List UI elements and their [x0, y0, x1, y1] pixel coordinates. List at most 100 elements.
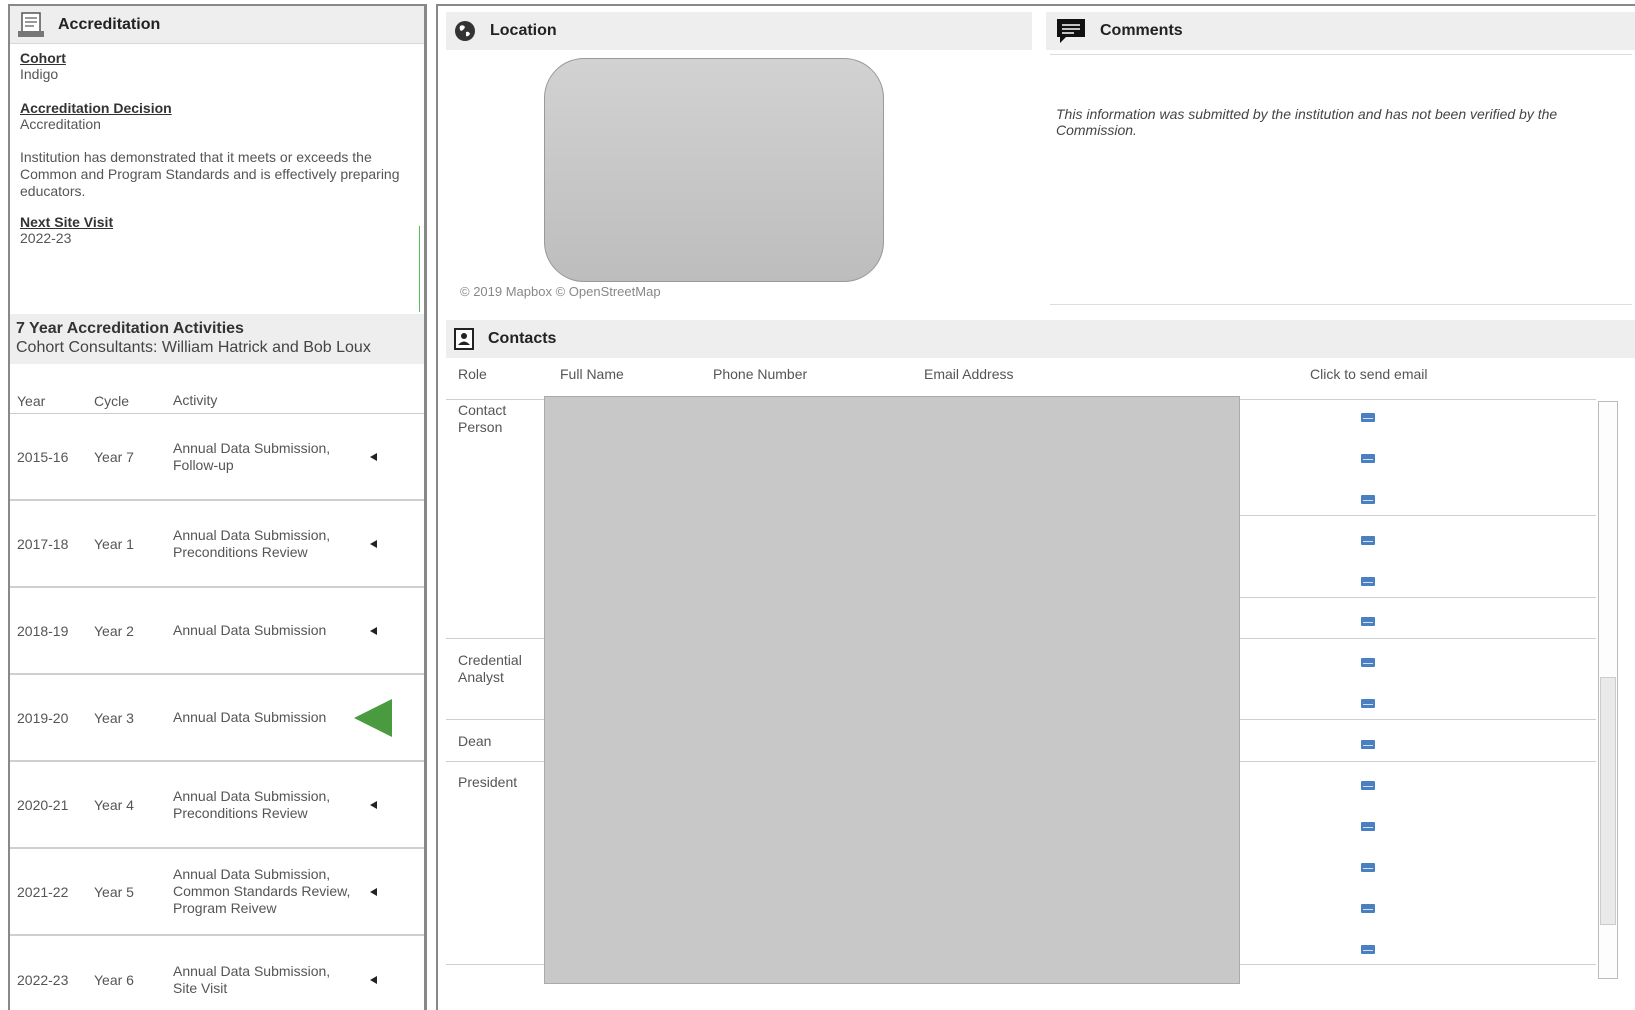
details-area: Location © 2019 Mapbox © OpenStreetMap C… — [436, 4, 1635, 1010]
role-cell: Credential Analyst — [458, 652, 522, 685]
email-icon[interactable] — [1361, 945, 1375, 954]
globe-icon — [455, 21, 475, 41]
activities-subtitle: Cohort Consultants: William Hatrick and … — [16, 339, 371, 356]
row-activity: Annual Data Submission, Preconditions Re… — [173, 526, 331, 560]
expand-arrow-icon[interactable] — [369, 626, 377, 635]
row-year: 2015-16 — [17, 448, 69, 465]
row-activity: Annual Data Submission — [173, 709, 327, 725]
contacts-scrollbar[interactable] — [1598, 401, 1618, 979]
email-icon[interactable] — [1361, 781, 1375, 790]
table-row: 2021-22 Year 5 Annual Data Submission, C… — [10, 849, 424, 936]
comments-title: Comments — [1100, 22, 1183, 39]
table-row: 2022-23 Year 6 Annual Data Submission, S… — [10, 936, 424, 1010]
map[interactable] — [544, 58, 884, 282]
current-year-arrow-icon[interactable] — [354, 698, 392, 737]
row-year: 2018-19 — [17, 622, 69, 639]
activity-column-header: Activity — [173, 392, 218, 408]
row-cycle: Year 5 — [94, 883, 134, 900]
send-email-column-header: Click to send email — [1310, 366, 1428, 382]
role-cell: President — [458, 774, 518, 790]
email-icon[interactable] — [1361, 904, 1375, 913]
comments-header: Comments — [1046, 12, 1635, 50]
email-icon[interactable] — [1361, 658, 1375, 667]
email-icon[interactable] — [1361, 863, 1375, 872]
activities-table-header: Year Cycle Activity — [10, 370, 424, 414]
table-row: 2020-21 Year 4 Annual Data Submission, P… — [10, 762, 424, 849]
row-activity: Annual Data Submission, Common Standards… — [173, 866, 351, 916]
activities-header: 7 Year Accreditation Activities Cohort C… — [10, 314, 424, 364]
row-cycle: Year 3 — [94, 709, 134, 726]
table-row-current: 2019-20 Year 3 Annual Data Submission — [10, 675, 424, 762]
email-icon[interactable] — [1361, 454, 1375, 463]
location-title: Location — [490, 22, 557, 39]
role-column-header: Role — [458, 366, 487, 382]
row-activity: Annual Data Submission — [173, 622, 327, 638]
email-icon[interactable] — [1361, 413, 1375, 422]
row-year: 2022-23 — [17, 971, 69, 988]
accreditation-title: Accreditation — [58, 15, 161, 33]
expand-arrow-icon[interactable] — [369, 975, 377, 984]
email-icon[interactable] — [1361, 617, 1375, 626]
row-year: 2019-20 — [17, 709, 69, 726]
map-credit[interactable]: © 2019 Mapbox © OpenStreetMap — [460, 284, 661, 299]
email-icon[interactable] — [1361, 740, 1375, 749]
divider — [1050, 304, 1632, 305]
accreditation-panel: Accreditation Cohort Indigo Accreditatio… — [8, 4, 427, 1010]
certificate-icon — [18, 11, 44, 37]
redacted-contact-details — [544, 396, 1240, 984]
row-activity: Annual Data Submission, Follow-up — [173, 439, 331, 473]
scrollbar-thumb[interactable] — [1600, 677, 1616, 925]
email-icon[interactable] — [1361, 495, 1375, 504]
email-icon[interactable] — [1361, 822, 1375, 831]
divider — [1050, 54, 1632, 55]
decision-description: Institution has demonstrated that it mee… — [20, 149, 400, 199]
next-visit-label: Next Site Visit — [20, 214, 114, 230]
divider — [1238, 515, 1596, 516]
table-row: 2015-16 Year 7 Annual Data Submission, F… — [10, 414, 424, 501]
next-visit-value: 2022-23 — [20, 230, 72, 246]
cycle-column-header: Cycle — [94, 393, 130, 409]
email-icon[interactable] — [1361, 699, 1375, 708]
email-icon[interactable] — [1361, 577, 1375, 586]
comments-text: This information was submitted by the in… — [1056, 106, 1558, 138]
role-cell: Dean — [458, 733, 492, 749]
divider — [419, 226, 420, 312]
email-column-header: Email Address — [924, 366, 1014, 382]
accreditation-header: Accreditation — [10, 6, 424, 44]
row-activity: Annual Data Submission, Site Visit — [173, 962, 331, 996]
divider — [1238, 597, 1596, 598]
cohort-value: Indigo — [20, 66, 59, 82]
year-column-header: Year — [17, 393, 46, 409]
role-cell: Contact Person — [458, 402, 507, 435]
decision-value: Accreditation — [20, 116, 101, 132]
expand-arrow-icon[interactable] — [369, 539, 377, 548]
contacts-table-header: Role Full Name Phone Number Email Addres… — [446, 366, 1576, 390]
row-cycle: Year 7 — [94, 448, 134, 465]
row-cycle: Year 1 — [94, 535, 134, 552]
row-cycle: Year 6 — [94, 971, 134, 988]
accreditation-body: Cohort Indigo Accreditation Decision Acc… — [10, 44, 424, 312]
table-row: 2017-18 Year 1 Annual Data Submission, P… — [10, 501, 424, 588]
cohort-label: Cohort — [20, 50, 66, 66]
row-year: 2021-22 — [17, 883, 69, 900]
phone-column-header: Phone Number — [713, 366, 808, 382]
full-name-column-header: Full Name — [560, 366, 624, 382]
row-activity: Annual Data Submission, Preconditions Re… — [173, 787, 331, 821]
decision-label: Accreditation Decision — [20, 100, 172, 116]
contacts-title: Contacts — [488, 330, 557, 347]
expand-arrow-icon[interactable] — [369, 452, 377, 461]
row-year: 2017-18 — [17, 535, 69, 552]
email-icon[interactable] — [1361, 536, 1375, 545]
contacts-header: Contacts — [446, 320, 1635, 358]
contact-card-icon — [454, 328, 474, 350]
comment-icon — [1057, 19, 1085, 43]
expand-arrow-icon[interactable] — [369, 887, 377, 896]
row-year: 2020-21 — [17, 796, 69, 813]
location-header: Location — [446, 12, 1032, 50]
table-row: 2018-19 Year 2 Annual Data Submission — [10, 588, 424, 675]
activities-table: Year Cycle Activity 2015-16 Year 7 Annua… — [10, 370, 424, 1010]
activities-title: 7 Year Accreditation Activities — [16, 320, 244, 337]
expand-arrow-icon[interactable] — [369, 800, 377, 809]
row-cycle: Year 4 — [94, 796, 134, 813]
row-cycle: Year 2 — [94, 622, 134, 639]
